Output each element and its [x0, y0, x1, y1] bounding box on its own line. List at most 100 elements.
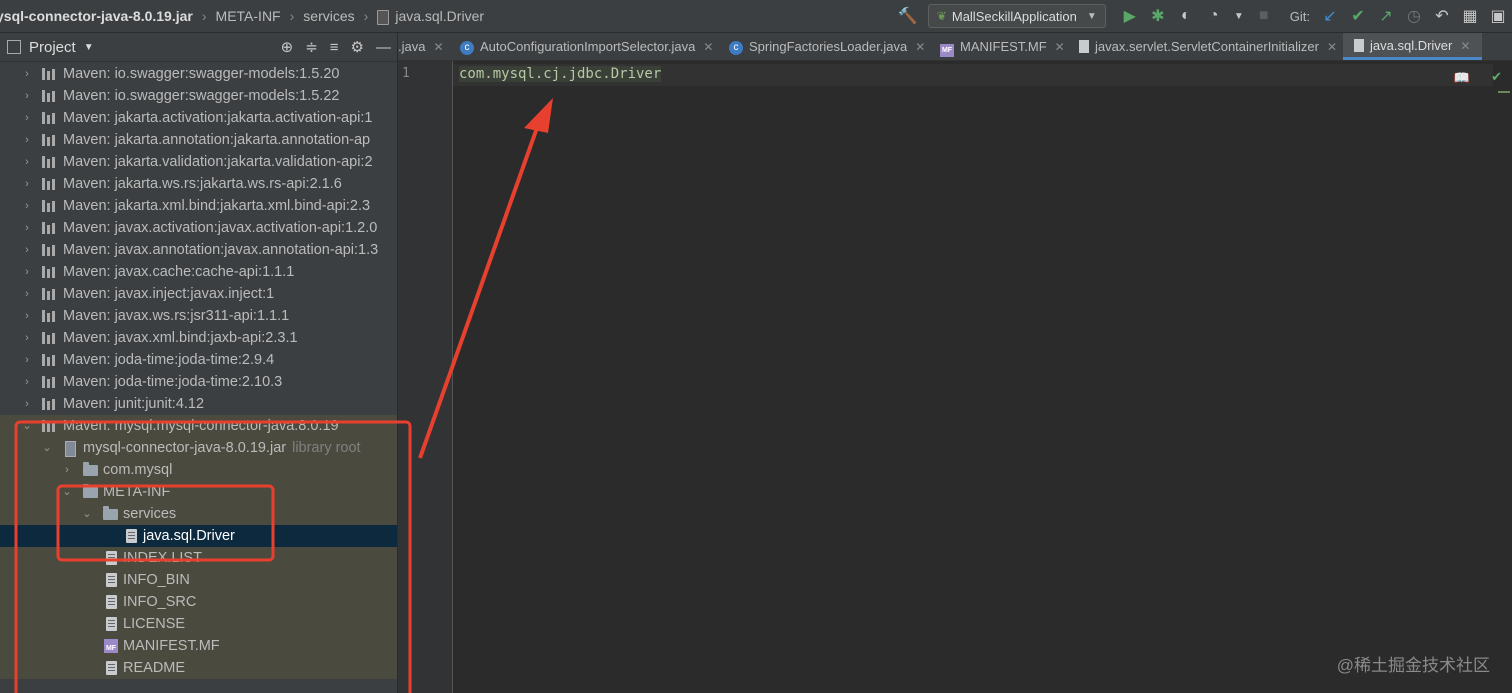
debug-bug-icon[interactable]: ✱ — [1147, 5, 1169, 27]
chevron-right-icon[interactable]: › — [60, 459, 74, 481]
chevron-right-icon[interactable]: › — [20, 129, 34, 151]
chevron-right-icon[interactable]: › — [20, 283, 34, 305]
tree-item-maven-library[interactable]: › Maven: jakarta.annotation:jakarta.annot… — [0, 129, 397, 151]
editor-tabs: .java ✕ c AutoConfigurationImportSelector.… — [398, 33, 1512, 61]
tree-item-label: Maven: javax.ws.rs:jsr311-api:1.1.1 — [63, 308, 290, 324]
chevron-right-icon[interactable]: › — [20, 151, 34, 173]
git-update-icon[interactable]: ↙ — [1319, 5, 1341, 27]
tree-item-maven-library[interactable]: › Maven: io.swagger:swagger-models:1.5.22 — [0, 85, 397, 107]
tree-item-maven-library[interactable]: › Maven: io.swagger:swagger-models:1.5.20 — [0, 63, 397, 85]
breadcrumb-services[interactable]: services — [303, 8, 354, 24]
project-view-selector[interactable]: Project — [29, 39, 76, 56]
collapse-all-icon[interactable]: ≡ — [330, 39, 339, 56]
library-icon — [42, 90, 57, 102]
git-push-icon[interactable]: ↗ — [1375, 5, 1397, 27]
gear-icon[interactable]: ⚙ — [351, 38, 364, 56]
project-pane-header: Project ▼ ⊕ ≑ ≡ ⚙ — — [0, 33, 397, 62]
tab-java-sql-driver[interactable]: java.sql.Driver ✕ — [1343, 33, 1483, 60]
close-icon[interactable]: ✕ — [1327, 40, 1337, 54]
tab-manifest[interactable]: MF MANIFEST.MF ✕ — [940, 33, 1065, 60]
chevron-right-icon[interactable]: › — [20, 173, 34, 195]
profile-icon[interactable]: ◔ — [1203, 5, 1225, 27]
git-commit-icon[interactable]: ✔ — [1347, 5, 1369, 27]
stop-icon[interactable]: ■ — [1253, 5, 1275, 27]
tree-item-maven-library[interactable]: › Maven: joda-time:joda-time:2.9.4 — [0, 349, 397, 371]
tree-item-package[interactable]: › com.mysql — [0, 459, 397, 481]
breadcrumb-meta-inf[interactable]: META-INF — [216, 8, 281, 24]
chevron-right-icon[interactable]: › — [20, 195, 34, 217]
close-icon[interactable]: ✕ — [1460, 39, 1470, 53]
chevron-right-icon[interactable]: › — [20, 371, 34, 393]
text-file-icon — [106, 573, 117, 587]
chevron-right-icon[interactable]: › — [20, 393, 34, 415]
rollback-icon[interactable]: ↶ — [1431, 5, 1453, 27]
hide-pane-icon[interactable]: — — [376, 39, 391, 56]
git-history-icon[interactable]: ◷ — [1403, 5, 1425, 27]
tab-java[interactable]: .java ✕ — [398, 33, 444, 60]
tab-spring-factories-loader[interactable]: c SpringFactoriesLoader.java ✕ — [729, 33, 925, 60]
tree-item-jar-root[interactable]: ⌄ mysql-connector-java-8.0.19.jar library … — [0, 437, 397, 459]
tree-item-maven-library[interactable]: › Maven: javax.xml.bind:jaxb-api:2.3.1 — [0, 327, 397, 349]
tree-item-file[interactable]: INDEX.LIST — [0, 547, 397, 569]
tree-item-file[interactable]: README — [0, 657, 397, 679]
tree-item-maven-library[interactable]: › Maven: javax.cache:cache-api:1.1.1 — [0, 261, 397, 283]
chevron-down-icon[interactable]: ⌄ — [60, 481, 74, 503]
chevron-down-icon[interactable]: ⌄ — [80, 503, 94, 525]
tree-item-maven-library[interactable]: › Maven: joda-time:joda-time:2.10.3 — [0, 371, 397, 393]
breadcrumb-file[interactable]: java.sql.Driver — [395, 8, 484, 24]
tree-item-maven-library[interactable]: › Maven: jakarta.validation:jakarta.valid… — [0, 151, 397, 173]
expand-all-icon[interactable]: ≑ — [305, 38, 318, 56]
tree-item-label: META-INF — [103, 484, 171, 500]
chevron-right-icon[interactable]: › — [20, 217, 34, 239]
terminal-icon[interactable]: ▣ — [1487, 5, 1509, 27]
tree-item-label: mysql-connector-java-8.0.19.jar — [83, 440, 287, 456]
more-run-options-icon[interactable]: ▼ — [1228, 5, 1250, 27]
tree-item-file[interactable]: MF MANIFEST.MF — [0, 635, 397, 657]
close-icon[interactable]: ✕ — [433, 40, 443, 54]
tree-item-maven-library[interactable]: › Maven: javax.annotation:javax.annotatio… — [0, 239, 397, 261]
run-icon[interactable]: ▶ — [1119, 5, 1141, 27]
chevron-down-icon[interactable]: ⌄ — [20, 415, 34, 437]
tree-item-label: Maven: jakarta.ws.rs:jakarta.ws.rs-api:2… — [63, 176, 342, 192]
tree-item-file-java-sql-driver[interactable]: java.sql.Driver — [0, 525, 397, 547]
tree-item-maven-library[interactable]: › Maven: jakarta.ws.rs:jakarta.ws.rs-api:… — [0, 173, 397, 195]
chevron-right-icon[interactable]: › — [20, 305, 34, 327]
chevron-right-icon[interactable]: › — [20, 261, 34, 283]
tab-servlet-container-initializer[interactable]: javax.servlet.ServletContainerInitialize… — [1079, 33, 1337, 60]
project-structure-icon[interactable]: ▦ — [1459, 5, 1481, 27]
tree-item-folder-meta-inf[interactable]: ⌄ META-INF — [0, 481, 397, 503]
reader-mode-icon[interactable]: 📖 — [1454, 70, 1470, 86]
tree-item-maven-library[interactable]: › Maven: jakarta.activation:jakarta.activ… — [0, 107, 397, 129]
coverage-icon[interactable]: ◐ — [1175, 5, 1197, 27]
close-icon[interactable]: ✕ — [1055, 40, 1065, 54]
chevron-right-icon[interactable]: › — [20, 107, 34, 129]
breadcrumb-jar[interactable]: ysql-connector-java-8.0.19.jar — [0, 8, 193, 24]
chevron-right-icon[interactable]: › — [20, 85, 34, 107]
tab-auto-configuration-import-selector[interactable]: c AutoConfigurationImportSelector.java ✕ — [460, 33, 713, 60]
tree-item-maven-library[interactable]: › Maven: javax.ws.rs:jsr311-api:1.1.1 — [0, 305, 397, 327]
code-line[interactable]: com.mysql.cj.jdbc.Driver — [459, 66, 662, 82]
build-hammer-icon[interactable]: 🔨 — [897, 5, 919, 27]
locate-file-icon[interactable]: ⊕ — [281, 38, 294, 56]
close-icon[interactable]: ✕ — [703, 40, 713, 54]
tree-item-file[interactable]: LICENSE — [0, 613, 397, 635]
chevron-right-icon[interactable]: › — [20, 349, 34, 371]
tree-item-file[interactable]: INFO_BIN — [0, 569, 397, 591]
chevron-right-icon[interactable]: › — [20, 63, 34, 85]
chevron-right-icon[interactable]: › — [20, 327, 34, 349]
close-icon[interactable]: ✕ — [915, 40, 925, 54]
chevron-down-icon[interactable]: ⌄ — [40, 437, 54, 459]
chevron-down-icon[interactable]: ▼ — [84, 42, 94, 53]
tree-item-file[interactable]: INFO_SRC — [0, 591, 397, 613]
tree-item-maven-library[interactable]: › Maven: junit:junit:4.12 — [0, 393, 397, 415]
code-editor[interactable]: com.mysql.cj.jdbc.Driver 📖 ✔ — [453, 61, 1512, 693]
run-configuration-select[interactable]: ❦ MallSeckillApplication ▼ — [927, 4, 1106, 28]
chevron-right-icon[interactable]: › — [20, 239, 34, 261]
tree-item-maven-library[interactable]: › Maven: jakarta.xml.bind:jakarta.xml.bin… — [0, 195, 397, 217]
tree-item-maven-library[interactable]: › Maven: javax.inject:javax.inject:1 — [0, 283, 397, 305]
inspection-ok-icon[interactable]: ✔ — [1491, 69, 1502, 85]
tree-item-folder-services[interactable]: ⌄ services — [0, 503, 397, 525]
tree-item-maven-library[interactable]: › Maven: javax.activation:javax.activatio… — [0, 217, 397, 239]
git-label: Git: — [1289, 8, 1310, 24]
tree-item-maven-library-expanded[interactable]: ⌄ Maven: mysql:mysql-connector-java:8.0.1… — [0, 415, 397, 437]
